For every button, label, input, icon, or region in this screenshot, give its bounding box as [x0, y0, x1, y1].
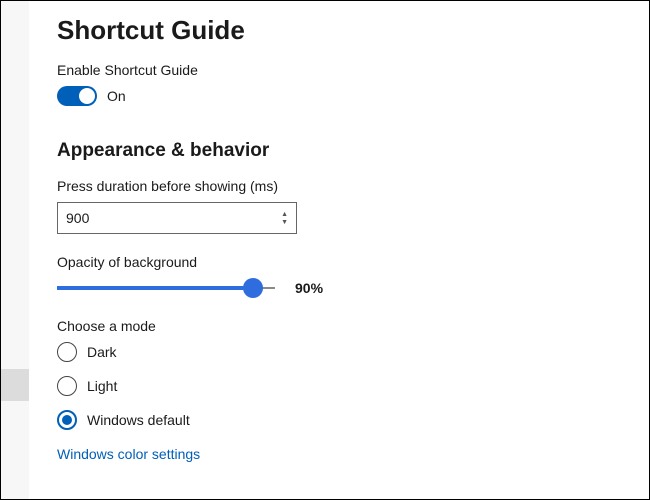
sidebar-strip	[1, 1, 29, 499]
chevron-down-icon[interactable]: ▼	[281, 219, 288, 226]
enable-toggle-state: On	[107, 88, 126, 104]
enable-toggle[interactable]	[57, 86, 97, 106]
opacity-slider[interactable]	[57, 278, 275, 298]
mode-field: Choose a mode Dark Light Windows default	[57, 318, 621, 430]
page-title: Shortcut Guide	[57, 15, 621, 46]
sidebar-active-indicator	[1, 369, 29, 401]
radio-icon	[57, 410, 77, 430]
mode-label: Choose a mode	[57, 318, 621, 334]
enable-toggle-row: On	[57, 86, 621, 106]
press-duration-field: Press duration before showing (ms) 900 ▲…	[57, 178, 621, 234]
mode-option-windows-default[interactable]: Windows default	[57, 410, 621, 430]
opacity-slider-row: 90%	[57, 278, 621, 298]
content-area: Shortcut Guide Enable Shortcut Guide On …	[29, 1, 649, 480]
radio-icon	[57, 342, 77, 362]
mode-option-light[interactable]: Light	[57, 376, 621, 396]
section-title: Appearance & behavior	[57, 140, 621, 162]
mode-option-dark[interactable]: Dark	[57, 342, 621, 362]
opacity-label: Opacity of background	[57, 254, 621, 270]
chevron-up-icon[interactable]: ▲	[281, 211, 288, 218]
windows-color-settings-link[interactable]: Windows color settings	[57, 446, 200, 462]
opacity-field: Opacity of background 90%	[57, 254, 621, 298]
opacity-value: 90%	[295, 280, 323, 296]
mode-option-label: Dark	[87, 344, 117, 360]
slider-thumb[interactable]	[243, 278, 263, 298]
slider-fill	[57, 286, 253, 290]
press-duration-input[interactable]: 900 ▲ ▼	[57, 202, 297, 234]
mode-radio-group: Dark Light Windows default	[57, 342, 621, 430]
mode-option-label: Light	[87, 378, 117, 394]
mode-option-label: Windows default	[87, 412, 190, 428]
enable-label: Enable Shortcut Guide	[57, 62, 621, 78]
spinner-buttons[interactable]: ▲ ▼	[281, 211, 288, 226]
press-duration-label: Press duration before showing (ms)	[57, 178, 621, 194]
press-duration-value: 900	[66, 210, 281, 226]
toggle-knob	[79, 88, 95, 104]
radio-icon	[57, 376, 77, 396]
